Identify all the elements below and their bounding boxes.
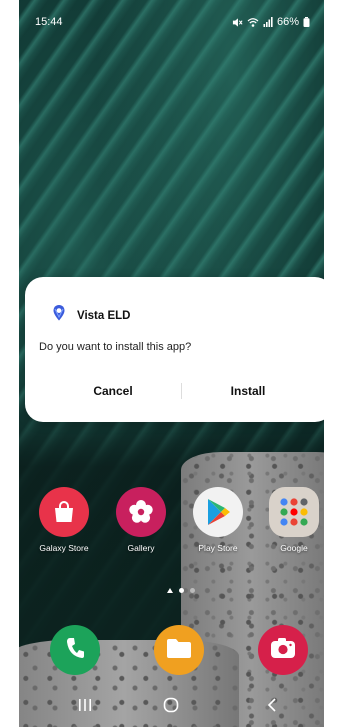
back-icon (267, 697, 277, 717)
home-icon (163, 697, 179, 718)
shopping-bag-icon (39, 487, 89, 537)
status-icons: 66% (232, 16, 310, 28)
dialog-header: Vista ELD (53, 305, 130, 326)
navigation-bar (19, 685, 324, 727)
app-play-store[interactable]: Play Store (187, 487, 249, 553)
dock-phone-app[interactable] (50, 625, 100, 675)
dialog-app-name: Vista ELD (77, 309, 131, 322)
vista-eld-app-icon (53, 305, 65, 326)
recents-button[interactable] (70, 697, 100, 717)
dock-files-app[interactable] (154, 625, 204, 675)
dock-camera-app[interactable] (258, 625, 308, 675)
folder-icon (166, 637, 192, 664)
page-indicator (167, 588, 195, 593)
phone-icon (64, 636, 86, 665)
app-label: Galaxy Store (39, 543, 89, 553)
back-button[interactable] (257, 697, 287, 717)
home-button[interactable] (156, 697, 186, 717)
install-button[interactable]: Install (188, 377, 308, 405)
folder-grid-icon (269, 487, 319, 537)
app-label: Google (280, 543, 308, 553)
status-time: 15:44 (35, 16, 63, 28)
button-divider (181, 383, 182, 399)
recents-icon (78, 698, 92, 716)
phone-screen: 15:44 66% Vista ELD Do you want to insta… (19, 0, 324, 727)
app-label: Play Store (198, 543, 238, 553)
app-google-folder[interactable]: Google (263, 487, 324, 553)
mute-icon (232, 17, 243, 28)
app-label: Gallery (127, 543, 155, 553)
battery-percent: 66% (276, 16, 299, 28)
cancel-button[interactable]: Cancel (53, 377, 173, 405)
app-galaxy-store[interactable]: Galaxy Store (33, 487, 95, 553)
play-triangle-icon (193, 487, 243, 537)
page-dot-active (179, 588, 184, 593)
wifi-icon (247, 17, 259, 28)
app-gallery[interactable]: Gallery (110, 487, 172, 553)
signal-icon (263, 17, 273, 27)
camera-icon (270, 637, 296, 664)
install-dialog: Vista ELD Do you want to install this ap… (25, 277, 324, 422)
flower-icon (116, 487, 166, 537)
battery-icon (303, 17, 310, 27)
dialog-question: Do you want to install this app? (39, 341, 192, 353)
home-page-dot (167, 588, 173, 593)
status-bar: 15:44 66% (19, 0, 324, 40)
page-dot (190, 588, 195, 593)
